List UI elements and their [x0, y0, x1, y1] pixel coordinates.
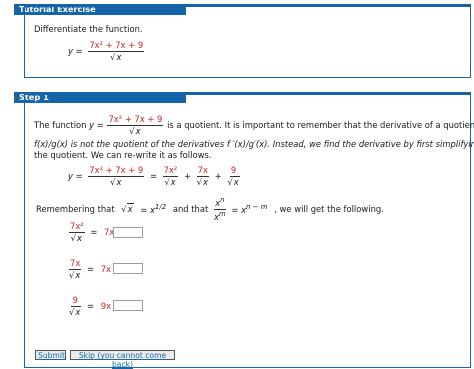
part-2-prefix: 7x [100, 264, 111, 275]
part-3: 9 √x = 9x [68, 296, 113, 317]
remember-num-exp: n [220, 196, 225, 204]
part-3-exponent-input[interactable] [113, 300, 143, 311]
part-2-eq: = [86, 264, 95, 275]
rewrite-lhs: y = [68, 171, 83, 182]
remember-den-exp: m [218, 209, 226, 218]
term1-den: x [169, 175, 177, 187]
skip-button[interactable]: Skip (you cannot come back) [70, 350, 175, 369]
part-2-den: x [74, 268, 82, 280]
line1-y: y = [89, 119, 104, 130]
rewrite-term-1: 7x² √x [162, 165, 179, 187]
submit-button[interactable]: Submit [35, 350, 66, 360]
problem-fraction: 7x² + 7x + 9 √x [88, 40, 145, 62]
remember-sqrt-rhs: = x [140, 204, 155, 215]
problem-equation: y = 7x² + 7x + 9 √x [66, 41, 145, 62]
remember-sqrt-var: x [126, 202, 134, 214]
rewrite-fraction: 7x² + 7x + 9 √x [88, 165, 145, 187]
part-3-den: x [74, 305, 82, 317]
part-1-exponent-input[interactable] [113, 227, 143, 238]
remember-and-that: and that [172, 203, 209, 214]
rewrite-denominator: x [115, 175, 123, 187]
rewrite-equation: y = 7x² + 7x + 9 √x = 7x² √x + 7x √x + 9… [66, 166, 241, 187]
rewrite-term-3: 9 √x [227, 165, 240, 187]
line1-fraction: 7x² + 7x + 9 √x [107, 114, 164, 136]
part-2-fraction: 7x √x [69, 258, 82, 280]
line1-after: is a quotient. It is important to rememb… [167, 119, 474, 130]
instruction-text: Differentiate the function. [34, 24, 143, 34]
remember-line: Remembering that √x = x1/2 and that xn x… [36, 196, 384, 222]
part-3-prefix: 9x [100, 301, 111, 312]
line1-before: The function [34, 119, 87, 130]
step-line-1: The function y = 7x² + 7x + 9 √x is a qu… [34, 115, 474, 136]
part-1-den: x [76, 231, 83, 243]
rewrite-eq: = [149, 171, 157, 182]
remember-rhs: = x [231, 204, 247, 215]
remember-after: , we will get the following. [274, 203, 384, 214]
part-3-eq: = [86, 301, 95, 312]
rewrite-plus-1: + [183, 171, 191, 182]
rewrite-plus-2: + [214, 171, 222, 182]
part-1: 7x² √x = 7x [68, 222, 116, 243]
problem-denominator: x [115, 50, 123, 62]
step-line-3: the quotient. We can re-write it as foll… [34, 150, 212, 160]
line1-denominator: x [134, 124, 142, 136]
term2-den: x [202, 175, 209, 187]
remember-fraction: xn xm [214, 196, 226, 221]
part-1-fraction: 7x² √x [69, 221, 85, 243]
step-line-2: f(x)/g(x) is not the quotient of the der… [34, 139, 474, 149]
remember-rhs-exp: n − m [246, 203, 268, 211]
part-2: 7x √x = 7x [68, 259, 113, 280]
part-1-eq: = [90, 227, 98, 238]
part-2-exponent-input[interactable] [113, 263, 143, 274]
remember-before: Remembering that [36, 203, 115, 214]
rewrite-term-2: 7x √x [196, 165, 209, 187]
problem-lhs: y = [68, 46, 83, 57]
part-3-fraction: 9 √x [69, 295, 82, 317]
term3-den: x [232, 175, 240, 187]
remember-sqrt-exp: 1/2 [154, 203, 167, 211]
